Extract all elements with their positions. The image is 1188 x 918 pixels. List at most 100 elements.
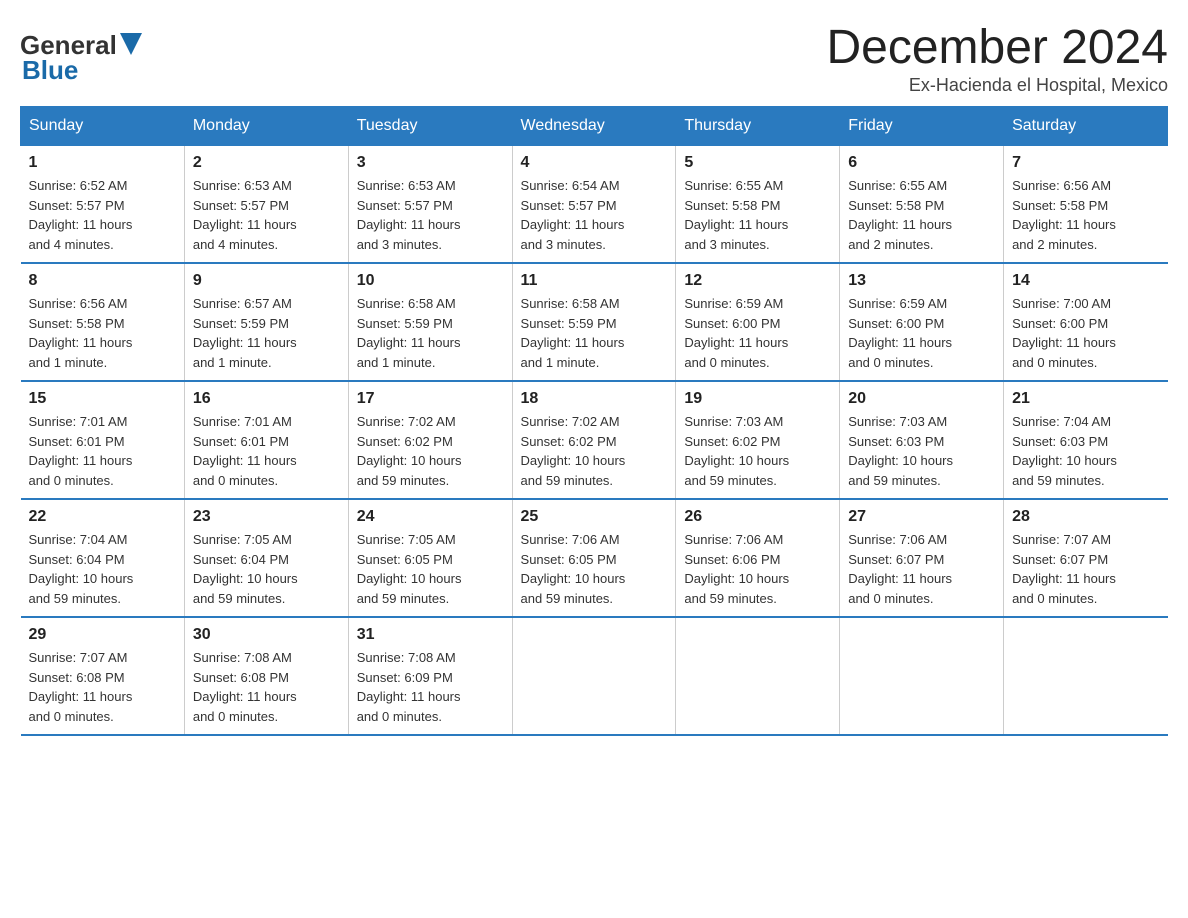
day-info: Sunrise: 7:02 AM Sunset: 6:02 PM Dayligh…: [357, 412, 504, 490]
calendar-cell: 31 Sunrise: 7:08 AM Sunset: 6:09 PM Dayli…: [348, 617, 512, 735]
calendar-cell: 14 Sunrise: 7:00 AM Sunset: 6:00 PM Dayli…: [1004, 263, 1168, 381]
day-number: 7: [1012, 154, 1159, 172]
calendar-cell: 8Sunrise: 6:56 AM Sunset: 5:58 PM Daylig…: [21, 263, 185, 381]
day-number: 15: [29, 390, 176, 408]
day-number: 20: [848, 390, 995, 408]
page-header: General Blue December 2024 Ex-Hacienda e…: [20, 20, 1168, 96]
calendar-cell: 13 Sunrise: 6:59 AM Sunset: 6:00 PM Dayli…: [840, 263, 1004, 381]
col-header-thursday: Thursday: [676, 107, 840, 146]
day-info: Sunrise: 7:03 AM Sunset: 6:02 PM Dayligh…: [684, 412, 831, 490]
day-number: 6: [848, 154, 995, 172]
day-number: 16: [193, 390, 340, 408]
day-number: 5: [684, 154, 831, 172]
calendar-week-row: 22 Sunrise: 7:04 AM Sunset: 6:04 PM Dayli…: [21, 499, 1168, 617]
day-info: Sunrise: 6:55 AM Sunset: 5:58 PM Dayligh…: [848, 176, 995, 254]
day-number: 31: [357, 626, 504, 644]
calendar-cell: 11 Sunrise: 6:58 AM Sunset: 5:59 PM Dayli…: [512, 263, 676, 381]
day-number: 4: [521, 154, 668, 172]
calendar-cell: 26 Sunrise: 7:06 AM Sunset: 6:06 PM Dayli…: [676, 499, 840, 617]
calendar-cell: 30Sunrise: 7:08 AM Sunset: 6:08 PM Dayli…: [184, 617, 348, 735]
day-info: Sunrise: 7:05 AM Sunset: 6:04 PM Dayligh…: [193, 530, 340, 608]
calendar-header-row: SundayMondayTuesdayWednesdayThursdayFrid…: [21, 107, 1168, 146]
day-info: Sunrise: 7:08 AM Sunset: 6:09 PM Dayligh…: [357, 648, 504, 726]
day-number: 27: [848, 508, 995, 526]
logo-triangle-icon: [120, 33, 142, 55]
calendar-cell: 4 Sunrise: 6:54 AM Sunset: 5:57 PM Daylig…: [512, 146, 676, 264]
day-info: Sunrise: 6:58 AM Sunset: 5:59 PM Dayligh…: [357, 294, 504, 372]
day-info: Sunrise: 7:01 AM Sunset: 6:01 PM Dayligh…: [193, 412, 340, 490]
col-header-monday: Monday: [184, 107, 348, 146]
day-number: 19: [684, 390, 831, 408]
calendar-cell: 1Sunrise: 6:52 AM Sunset: 5:57 PM Daylig…: [21, 146, 185, 264]
calendar-cell: 7 Sunrise: 6:56 AM Sunset: 5:58 PM Daylig…: [1004, 146, 1168, 264]
calendar-cell: 18 Sunrise: 7:02 AM Sunset: 6:02 PM Dayli…: [512, 381, 676, 499]
day-info: Sunrise: 6:56 AM Sunset: 5:58 PM Dayligh…: [29, 294, 176, 372]
day-number: 2: [193, 154, 340, 172]
day-number: 21: [1012, 390, 1159, 408]
calendar-cell: 25 Sunrise: 7:06 AM Sunset: 6:05 PM Dayli…: [512, 499, 676, 617]
calendar-cell: 10 Sunrise: 6:58 AM Sunset: 5:59 PM Dayli…: [348, 263, 512, 381]
calendar-cell: 28Sunrise: 7:07 AM Sunset: 6:07 PM Dayli…: [1004, 499, 1168, 617]
calendar-cell: 17 Sunrise: 7:02 AM Sunset: 6:02 PM Dayli…: [348, 381, 512, 499]
day-number: 13: [848, 272, 995, 290]
day-info: Sunrise: 6:54 AM Sunset: 5:57 PM Dayligh…: [521, 176, 668, 254]
calendar-cell: [1004, 617, 1168, 735]
col-header-tuesday: Tuesday: [348, 107, 512, 146]
calendar-table: SundayMondayTuesdayWednesdayThursdayFrid…: [20, 106, 1168, 736]
calendar-cell: 9Sunrise: 6:57 AM Sunset: 5:59 PM Daylig…: [184, 263, 348, 381]
calendar-cell: 23 Sunrise: 7:05 AM Sunset: 6:04 PM Dayli…: [184, 499, 348, 617]
col-header-friday: Friday: [840, 107, 1004, 146]
calendar-cell: 22 Sunrise: 7:04 AM Sunset: 6:04 PM Dayli…: [21, 499, 185, 617]
day-info: Sunrise: 6:53 AM Sunset: 5:57 PM Dayligh…: [357, 176, 504, 254]
day-info: Sunrise: 7:00 AM Sunset: 6:00 PM Dayligh…: [1012, 294, 1159, 372]
day-number: 25: [521, 508, 668, 526]
day-number: 28: [1012, 508, 1159, 526]
day-number: 1: [29, 154, 176, 172]
calendar-week-row: 29Sunrise: 7:07 AM Sunset: 6:08 PM Dayli…: [21, 617, 1168, 735]
day-info: Sunrise: 7:05 AM Sunset: 6:05 PM Dayligh…: [357, 530, 504, 608]
col-header-sunday: Sunday: [21, 107, 185, 146]
calendar-cell: [840, 617, 1004, 735]
col-header-wednesday: Wednesday: [512, 107, 676, 146]
calendar-cell: 15 Sunrise: 7:01 AM Sunset: 6:01 PM Dayli…: [21, 381, 185, 499]
col-header-saturday: Saturday: [1004, 107, 1168, 146]
day-info: Sunrise: 7:02 AM Sunset: 6:02 PM Dayligh…: [521, 412, 668, 490]
day-info: Sunrise: 7:01 AM Sunset: 6:01 PM Dayligh…: [29, 412, 176, 490]
day-number: 29: [29, 626, 176, 644]
day-number: 22: [29, 508, 176, 526]
calendar-cell: 5 Sunrise: 6:55 AM Sunset: 5:58 PM Daylig…: [676, 146, 840, 264]
day-number: 18: [521, 390, 668, 408]
calendar-cell: 12Sunrise: 6:59 AM Sunset: 6:00 PM Dayli…: [676, 263, 840, 381]
calendar-cell: 21Sunrise: 7:04 AM Sunset: 6:03 PM Dayli…: [1004, 381, 1168, 499]
day-number: 26: [684, 508, 831, 526]
calendar-week-row: 15 Sunrise: 7:01 AM Sunset: 6:01 PM Dayli…: [21, 381, 1168, 499]
calendar-cell: 29Sunrise: 7:07 AM Sunset: 6:08 PM Dayli…: [21, 617, 185, 735]
calendar-cell: 2Sunrise: 6:53 AM Sunset: 5:57 PM Daylig…: [184, 146, 348, 264]
calendar-cell: 24 Sunrise: 7:05 AM Sunset: 6:05 PM Dayli…: [348, 499, 512, 617]
month-title: December 2024: [826, 20, 1168, 75]
day-info: Sunrise: 6:59 AM Sunset: 6:00 PM Dayligh…: [684, 294, 831, 372]
day-info: Sunrise: 7:06 AM Sunset: 6:06 PM Dayligh…: [684, 530, 831, 608]
calendar-cell: 27Sunrise: 7:06 AM Sunset: 6:07 PM Dayli…: [840, 499, 1004, 617]
day-number: 10: [357, 272, 504, 290]
day-info: Sunrise: 6:58 AM Sunset: 5:59 PM Dayligh…: [521, 294, 668, 372]
day-info: Sunrise: 7:03 AM Sunset: 6:03 PM Dayligh…: [848, 412, 995, 490]
day-number: 24: [357, 508, 504, 526]
calendar-cell: [676, 617, 840, 735]
day-info: Sunrise: 6:55 AM Sunset: 5:58 PM Dayligh…: [684, 176, 831, 254]
calendar-week-row: 8Sunrise: 6:56 AM Sunset: 5:58 PM Daylig…: [21, 263, 1168, 381]
day-number: 14: [1012, 272, 1159, 290]
day-info: Sunrise: 6:57 AM Sunset: 5:59 PM Dayligh…: [193, 294, 340, 372]
calendar-cell: 3Sunrise: 6:53 AM Sunset: 5:57 PM Daylig…: [348, 146, 512, 264]
day-number: 11: [521, 272, 668, 290]
day-info: Sunrise: 7:04 AM Sunset: 6:04 PM Dayligh…: [29, 530, 176, 608]
calendar-cell: 16 Sunrise: 7:01 AM Sunset: 6:01 PM Dayli…: [184, 381, 348, 499]
day-info: Sunrise: 7:08 AM Sunset: 6:08 PM Dayligh…: [193, 648, 340, 726]
day-info: Sunrise: 6:56 AM Sunset: 5:58 PM Dayligh…: [1012, 176, 1159, 254]
calendar-cell: [512, 617, 676, 735]
day-info: Sunrise: 6:59 AM Sunset: 6:00 PM Dayligh…: [848, 294, 995, 372]
day-info: Sunrise: 7:06 AM Sunset: 6:05 PM Dayligh…: [521, 530, 668, 608]
day-number: 17: [357, 390, 504, 408]
calendar-week-row: 1Sunrise: 6:52 AM Sunset: 5:57 PM Daylig…: [21, 146, 1168, 264]
day-number: 23: [193, 508, 340, 526]
